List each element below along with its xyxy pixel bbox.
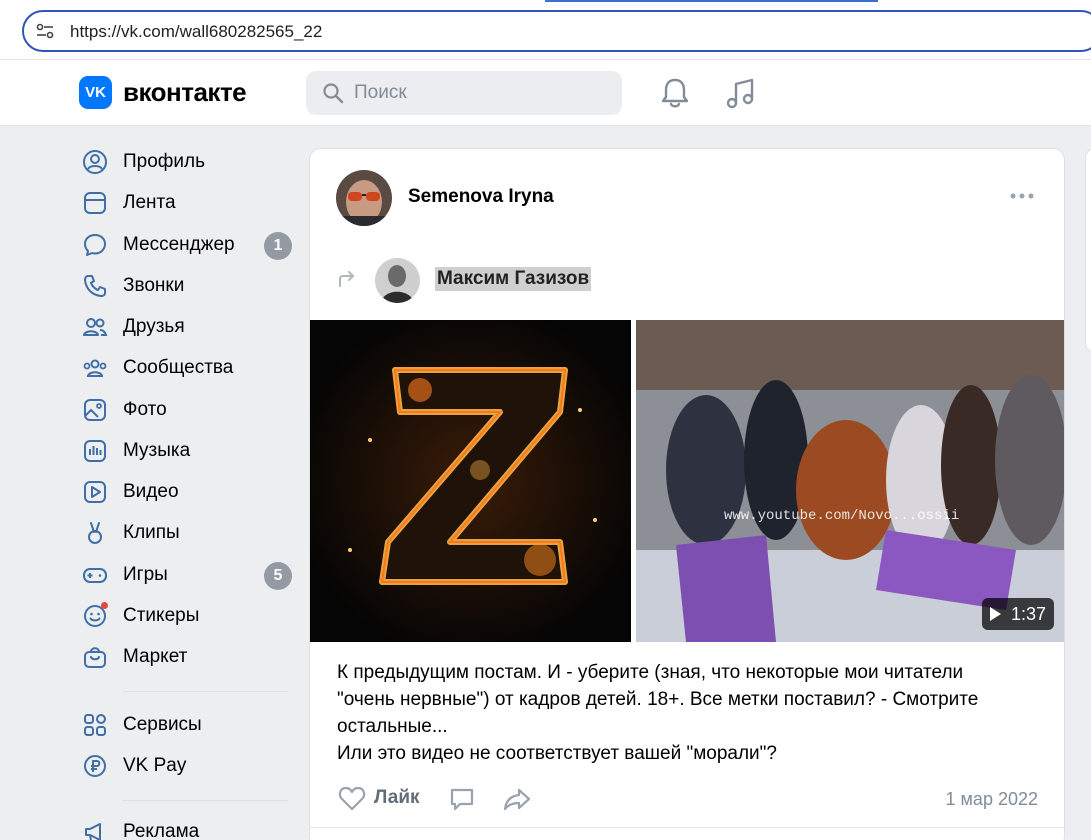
sidebar-divider — [123, 691, 288, 692]
sidebar-item-profile[interactable]: Профиль — [78, 145, 294, 179]
search-input[interactable] — [354, 71, 604, 115]
video-duration-text: 1:37 — [1010, 603, 1046, 624]
sidebar-item-label: Звонки — [123, 275, 185, 296]
feed-icon — [78, 186, 112, 220]
heart-icon — [338, 786, 366, 811]
more-options-icon[interactable] — [1008, 187, 1036, 205]
sidebar-item-clips[interactable]: Клипы — [78, 516, 294, 550]
sidebar-divider — [123, 800, 288, 801]
sidebar-item-label: Сервисы — [123, 714, 202, 735]
communities-icon — [78, 351, 112, 385]
comment-icon — [450, 788, 474, 811]
sidebar-item-label: Игры — [123, 564, 168, 585]
sidebar-item-vkpay[interactable]: VK Pay — [78, 749, 294, 783]
share-button[interactable] — [502, 785, 532, 818]
vkpay-icon — [78, 749, 112, 783]
sidebar-item-label: Мессенджер — [123, 234, 235, 255]
sidebar-item-market[interactable]: Маркет — [78, 640, 294, 674]
sidebar-item-label: Лента — [123, 192, 176, 213]
sidebar-item-label: Видео — [123, 481, 179, 502]
like-button[interactable]: Лайк — [338, 785, 420, 811]
vk-header: VK вконтакте — [0, 60, 1091, 126]
browser-toolbar: https://vk.com/wall680282565_22 — [0, 0, 1091, 60]
sidebar-item-friends[interactable]: Друзья — [78, 310, 294, 344]
services-icon — [78, 708, 112, 742]
tab-indicator — [545, 0, 878, 2]
video-icon — [78, 475, 112, 509]
sidebar-item-photos[interactable]: Фото — [78, 393, 294, 427]
like-label: Лайк — [374, 787, 420, 808]
play-icon — [989, 607, 1001, 621]
sidebar-item-services[interactable]: Сервисы — [78, 708, 294, 742]
post-footer-divider — [310, 827, 1064, 828]
post-text-line: остальные... — [337, 716, 448, 737]
url-text[interactable]: https://vk.com/wall680282565_22 — [70, 22, 322, 42]
post-author-name[interactable]: Semenova Iryna — [408, 186, 554, 208]
stickers-icon — [78, 599, 112, 633]
sidebar-item-communities[interactable]: Сообщества — [78, 351, 294, 385]
repost-icon — [339, 271, 354, 287]
wall-post: Semenova Iryna Максим Газизов www.youtub… — [309, 148, 1065, 840]
messenger-icon — [78, 228, 112, 262]
sidebar-item-feed[interactable]: Лента — [78, 186, 294, 220]
post-text-line: Или это видео не соответствует вашей "мо… — [337, 743, 777, 764]
unread-badge: 1 — [264, 232, 292, 260]
post-text-line: "очень нервные") от кадров детей. 18+. В… — [337, 689, 979, 710]
search-icon — [323, 83, 344, 104]
site-settings-icon[interactable] — [36, 23, 54, 39]
sidebar-item-label: Реклама — [123, 821, 200, 840]
sidebar-item-label: Фото — [123, 399, 167, 420]
share-icon — [503, 788, 531, 811]
left-sidebar: Профиль Лента Мессенджер 1 Звонки Друзья… — [0, 127, 300, 840]
sidebar-item-label: Сообщества — [123, 357, 234, 378]
author-avatar[interactable] — [336, 170, 392, 226]
games-badge: 5 — [264, 562, 292, 590]
music-player-icon[interactable] — [724, 76, 756, 110]
photo-icon — [78, 393, 112, 427]
new-dot — [101, 602, 108, 609]
notifications-bell-icon[interactable] — [660, 76, 690, 110]
vk-logo-icon[interactable]: VK — [79, 76, 112, 109]
games-icon — [78, 558, 112, 592]
comment-button[interactable] — [448, 785, 476, 818]
market-icon — [78, 640, 112, 674]
sidebar-item-music[interactable]: Музыка — [78, 434, 294, 468]
sidebar-item-ads[interactable]: Реклама — [78, 815, 294, 840]
sidebar-item-label: Клипы — [123, 522, 180, 543]
post-date[interactable]: 1 мар 2022 — [946, 789, 1038, 810]
sidebar-item-label: Профиль — [123, 151, 206, 172]
sidebar-item-label: Друзья — [123, 316, 185, 337]
repost-author-avatar[interactable] — [375, 258, 420, 303]
vk-brand-name[interactable]: вконтакте — [123, 77, 247, 108]
video-watermark: www.youtube.com/Novo...ossii — [724, 508, 960, 524]
sidebar-item-label: Музыка — [123, 440, 191, 461]
phone-icon — [78, 269, 112, 303]
post-video-thumbnail[interactable]: www.youtube.com/Novo...ossii 1:37 — [636, 320, 1064, 642]
post-text: К предыдущим постам. И - уберите (зная, … — [337, 659, 1037, 767]
sidebar-item-label: VK Pay — [123, 755, 187, 776]
sidebar-item-stickers[interactable]: Стикеры — [78, 599, 294, 633]
repost-author-name[interactable]: Максим Газизов — [435, 267, 592, 291]
address-bar[interactable]: https://vk.com/wall680282565_22 — [22, 10, 1091, 52]
friends-icon — [78, 310, 112, 344]
ads-icon — [78, 815, 112, 840]
search-box[interactable] — [306, 71, 622, 115]
post-text-line: К предыдущим постам. И - уберите (зная, … — [337, 662, 964, 683]
sidebar-item-label: Стикеры — [123, 605, 200, 626]
video-duration-badge: 1:37 — [981, 598, 1054, 630]
right-panel-edge — [1085, 148, 1091, 353]
sidebar-item-video[interactable]: Видео — [78, 475, 294, 509]
sidebar-item-games[interactable]: Игры 5 — [78, 558, 294, 592]
post-image-z-letter[interactable] — [310, 320, 631, 642]
sidebar-item-label: Маркет — [123, 646, 188, 667]
sidebar-item-calls[interactable]: Звонки — [78, 269, 294, 303]
music-icon — [78, 434, 112, 468]
sidebar-item-messenger[interactable]: Мессенджер 1 — [78, 228, 294, 262]
profile-icon — [78, 145, 112, 179]
post-actions: Лайк 1 мар 2022 — [338, 785, 1038, 815]
clips-icon — [78, 516, 112, 550]
